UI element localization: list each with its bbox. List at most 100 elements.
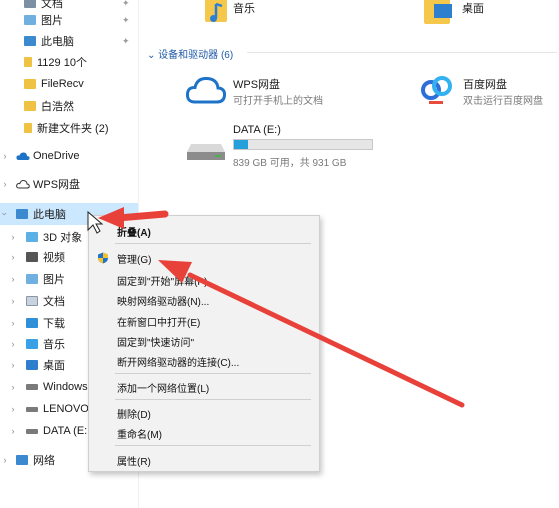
documents-icon — [24, 0, 36, 8]
pin-icon: ✦ — [122, 0, 130, 8]
chevron-down-icon: ⌄ — [147, 50, 156, 61]
chevron-right-icon[interactable]: › — [0, 151, 10, 161]
baidu-netdisk-icon — [421, 76, 452, 104]
drive-usage-fill — [234, 140, 248, 149]
device-name: WPS网盘 — [233, 79, 281, 91]
chevron-right-icon[interactable]: › — [8, 318, 18, 328]
nav-item-label: 白浩然 — [41, 101, 74, 113]
this-pc-icon — [24, 36, 36, 46]
music-folder-icon — [205, 0, 227, 22]
drive-icon — [26, 428, 38, 434]
nav-item-label: 3D 对象 — [43, 232, 83, 244]
wps-cloud-icon — [185, 76, 227, 104]
menu-item-manage[interactable]: 管理(G) — [117, 251, 151, 266]
nav-item-label: OneDrive — [33, 150, 80, 162]
chevron-right-icon[interactable]: › — [0, 179, 10, 189]
device-description: 可打开手机上的文档 — [233, 96, 323, 107]
chevron-right-icon[interactable]: › — [8, 360, 18, 370]
nav-item-label: 1129 10个 — [37, 57, 87, 69]
folder-icon — [24, 101, 36, 111]
nav-item-onedrive[interactable]: › OneDrive — [0, 145, 138, 167]
menu-item-rename[interactable]: 重命名(M) — [117, 426, 162, 441]
menu-item-add-network-location[interactable]: 添加一个网络位置(L) — [117, 380, 209, 395]
menu-item-collapse[interactable]: 折叠(A) — [117, 224, 151, 239]
pictures-icon — [24, 15, 36, 25]
nav-item-this-pc-pinned[interactable]: 此电脑 ✦ — [24, 30, 130, 52]
device-description: 839 GB 可用，共 931 GB — [233, 158, 347, 169]
nav-item-label: 图片 — [43, 274, 65, 286]
3d-objects-icon — [26, 232, 38, 242]
documents-icon — [26, 296, 38, 306]
onedrive-icon — [16, 151, 30, 161]
menu-separator — [115, 373, 311, 374]
this-pc-icon — [16, 209, 28, 219]
folder-tile-desktop[interactable]: 桌面 — [422, 0, 552, 40]
nav-item-label: 此电脑 — [41, 36, 74, 48]
nav-item-baihaoran[interactable]: 白浩然 — [24, 95, 74, 117]
desktop-icon — [26, 360, 38, 370]
nav-item-label: 音乐 — [43, 339, 65, 351]
nav-item-label: WPS网盘 — [33, 179, 81, 191]
pin-icon: ✦ — [122, 14, 130, 25]
nav-item-new-folder-2[interactable]: 新建文件夹 (2) — [24, 117, 109, 139]
chevron-right-icon[interactable]: › — [8, 339, 18, 349]
nav-item-label: 网络 — [33, 455, 55, 467]
drive-icon — [26, 406, 38, 412]
videos-icon — [26, 252, 38, 262]
tile-label: 桌面 — [462, 3, 484, 15]
hard-drive-icon — [187, 144, 225, 160]
nav-item-pictures[interactable]: 图片 ✦ — [24, 9, 130, 31]
music-icon — [26, 339, 38, 349]
nav-item-label: FileRecv — [41, 78, 84, 90]
folder-tile-music[interactable]: 音乐 — [199, 0, 349, 40]
desktop-folder-icon — [424, 0, 452, 24]
network-icon — [16, 455, 28, 465]
folder-icon — [24, 123, 32, 133]
folder-icon — [24, 57, 32, 67]
device-name: 百度网盘 — [463, 79, 507, 91]
nav-item-filerecv[interactable]: FileRecv — [24, 73, 84, 95]
menu-item-pin-to-start[interactable]: 固定到"开始"屏幕(P) — [117, 273, 207, 288]
tile-label: 音乐 — [233, 3, 255, 15]
group-header-label: 设备和驱动器 (6) — [158, 50, 234, 61]
menu-item-map-network-drive[interactable]: 映射网络驱动器(N)... — [117, 293, 209, 308]
chevron-right-icon[interactable]: › — [8, 296, 18, 306]
menu-item-open-new-window[interactable]: 在新窗口中打开(E) — [117, 314, 200, 329]
nav-item-folder-1129[interactable]: 1129 10个 — [24, 51, 87, 73]
nav-item-label: 此电脑 — [33, 209, 66, 221]
device-description: 双击运行百度网盘 — [463, 96, 543, 107]
menu-item-pin-quick-access[interactable]: 固定到"快速访问" — [117, 334, 194, 349]
chevron-right-icon[interactable]: › — [8, 426, 18, 436]
context-menu: 折叠(A) 管理(G) 固定到"开始"屏幕(P) 映射网络驱动器(N)... 在… — [88, 215, 320, 472]
chevron-right-icon[interactable]: › — [8, 252, 18, 262]
nav-item-label: 新建文件夹 (2) — [37, 123, 109, 135]
group-header-devices[interactable]: ⌄ 设备和驱动器 (6) — [147, 46, 233, 61]
menu-item-disconnect-network-drive[interactable]: 断开网络驱动器的连接(C)... — [117, 354, 239, 369]
wps-cloud-icon — [16, 179, 30, 189]
downloads-icon — [26, 318, 38, 328]
nav-item-label: 桌面 — [43, 360, 65, 372]
chevron-right-icon[interactable]: › — [0, 455, 10, 465]
menu-separator — [115, 445, 311, 446]
device-tile-baidu[interactable]: 百度网盘 双击运行百度网盘 — [419, 72, 559, 112]
nav-item-label: 下载 — [43, 318, 65, 330]
chevron-right-icon[interactable]: › — [8, 404, 18, 414]
menu-item-delete[interactable]: 删除(D) — [117, 406, 151, 421]
menu-item-properties[interactable]: 属性(R) — [117, 453, 151, 468]
nav-item-label: 视频 — [43, 252, 65, 264]
group-divider — [247, 52, 557, 53]
menu-separator — [115, 243, 311, 244]
chevron-right-icon[interactable]: › — [8, 274, 18, 284]
nav-item-wps-cloud[interactable]: › WPS网盘 — [0, 173, 138, 195]
menu-separator — [115, 399, 311, 400]
device-tile-wps[interactable]: WPS网盘 可打开手机上的文档 — [185, 72, 385, 112]
chevron-down-icon[interactable]: › — [0, 209, 10, 219]
pin-icon: ✦ — [122, 35, 130, 46]
uac-shield-icon — [98, 252, 108, 264]
device-name: DATA (E:) — [233, 124, 281, 136]
chevron-right-icon[interactable]: › — [8, 232, 18, 242]
nav-item-label: 文档 — [43, 296, 65, 308]
windows-drive-icon — [26, 384, 38, 390]
nav-item-label: 图片 — [41, 15, 63, 27]
chevron-right-icon[interactable]: › — [8, 382, 18, 392]
